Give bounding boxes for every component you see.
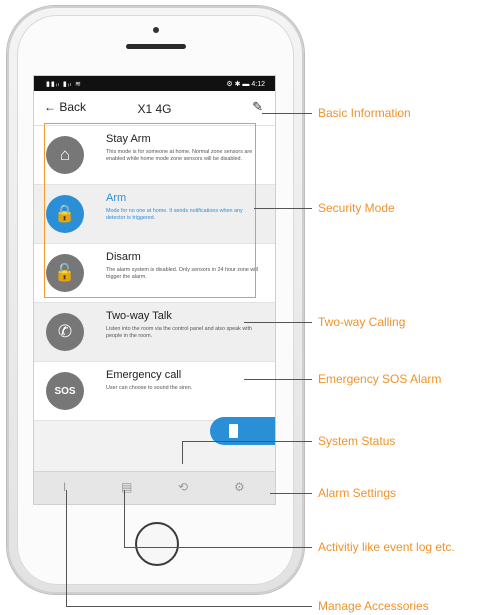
- camera-icon: [153, 27, 159, 33]
- callout-line-security: [254, 208, 312, 209]
- callout-line-basic-info: [262, 113, 312, 114]
- signal-icon: ▮▮ᵢₗ ▮ᵢₗ ≋: [46, 81, 82, 88]
- callout-line-talk: [244, 322, 312, 323]
- emergency-call-row[interactable]: SOS Emergency call User can choose to so…: [34, 362, 275, 421]
- home-button[interactable]: [135, 522, 179, 566]
- sos-desc: User can choose to sound the siren.: [106, 385, 193, 391]
- talk-name: Two-way Talk: [106, 310, 172, 322]
- callout-vline-status: [182, 441, 183, 464]
- label-manage-accessories: Manage Accessories: [318, 599, 429, 613]
- label-system-status: System Status: [318, 434, 396, 448]
- door-icon: [229, 424, 238, 438]
- tab-bar: ǀ ▤ ⟲ ⚙: [34, 471, 275, 504]
- callout-vline-accessories: [66, 490, 67, 606]
- callout-line-settings: [270, 493, 312, 494]
- tab-settings[interactable]: ⚙: [234, 480, 245, 494]
- two-way-talk-row[interactable]: ✆ Two-way Talk Listen into the room via …: [34, 303, 275, 362]
- sos-icon: SOS: [46, 372, 84, 410]
- label-activity: Activitiy like event log etc.: [318, 540, 455, 554]
- tab-activity[interactable]: ▤: [121, 480, 132, 494]
- sos-name: Emergency call: [106, 369, 182, 381]
- status-bar: ▮▮ᵢₗ ▮ᵢₗ ≋ ⚙ ✱ ▬ 4:12: [34, 76, 275, 91]
- label-security-mode: Security Mode: [318, 201, 395, 215]
- tab-status[interactable]: ⟲: [178, 480, 188, 494]
- label-emergency-sos: Emergency SOS Alarm: [318, 372, 442, 386]
- callout-vline-activity: [124, 490, 125, 547]
- callout-line-status: [182, 441, 312, 442]
- label-two-way-calling: Two-way Calling: [318, 315, 406, 329]
- status-right: ⚙ ✱ ▬ 4:12: [226, 81, 265, 88]
- callout-line-sos: [244, 379, 312, 380]
- talk-desc: Listen into the room via the control pan…: [106, 326, 252, 339]
- label-alarm-settings: Alarm Settings: [318, 486, 397, 500]
- page-title: X1 4G: [137, 102, 172, 116]
- label-basic-information: Basic Information: [318, 106, 411, 120]
- speaker-grille: [126, 44, 186, 49]
- callout-line-activity: [124, 547, 312, 548]
- nav-bar: ← Back X1 4G ✎: [34, 91, 275, 126]
- security-mode-highlight: [44, 123, 256, 298]
- phone-icon: ✆: [46, 313, 84, 351]
- callout-line-accessories: [66, 606, 312, 607]
